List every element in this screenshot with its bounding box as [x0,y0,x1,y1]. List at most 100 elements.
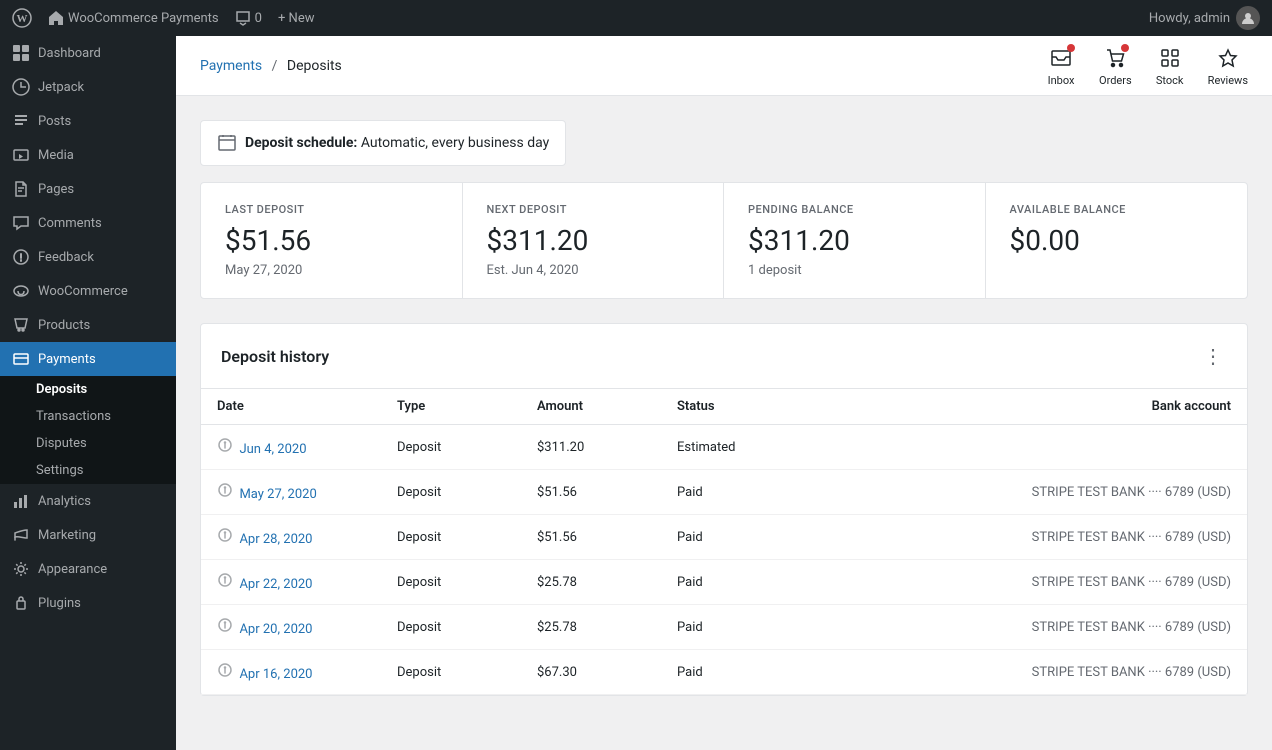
table-row: Jun 4, 2020 Deposit $311.20 Estimated [201,425,1247,470]
available-balance-label: AVAILABLE BALANCE [1010,203,1224,216]
cell-amount-5: $67.30 [521,650,661,695]
orders-badge [1121,44,1129,52]
marketing-icon [12,526,30,544]
info-icon-3[interactable] [217,572,233,588]
date-link-3[interactable]: Apr 22, 2020 [239,577,312,592]
table-row: Apr 22, 2020 Deposit $25.78 Paid STRIPE … [201,560,1247,605]
user-info: Howdy, admin [1149,6,1260,30]
reviews-label: Reviews [1208,74,1248,87]
cell-date-5: Apr 16, 2020 [201,650,381,695]
info-icon-4[interactable] [217,617,233,633]
deposit-schedule-auto: Automatic, every business day [361,135,549,151]
appearance-label: Appearance [38,562,107,577]
submenu-deposits[interactable]: Deposits [0,376,176,403]
next-deposit-card: NEXT DEPOSIT $311.20 Est. Jun 4, 2020 [463,183,725,298]
comments-label: Comments [38,216,102,231]
sidebar-item-plugins[interactable]: Plugins [0,586,176,620]
reviews-button[interactable]: Reviews [1208,44,1248,87]
orders-button[interactable]: Orders [1099,44,1132,87]
sidebar-item-jetpack[interactable]: Jetpack [0,70,176,104]
wp-logo-icon[interactable]: W [12,8,32,28]
sidebar-item-appearance[interactable]: Appearance [0,552,176,586]
sidebar-item-marketing[interactable]: Marketing [0,518,176,552]
jetpack-icon [12,78,30,96]
deposit-schedule-bold: Deposit schedule: [245,135,357,151]
table-row: Apr 16, 2020 Deposit $67.30 Paid STRIPE … [201,650,1247,695]
next-deposit-sub: Est. Jun 4, 2020 [487,263,700,278]
jetpack-label: Jetpack [38,80,84,95]
sidebar-item-dashboard[interactable]: Dashboard [0,36,176,70]
info-icon-0[interactable] [217,437,233,453]
pages-icon [12,180,30,198]
payments-label: Payments [38,352,96,367]
cell-type-3: Deposit [381,560,521,605]
info-icon-1[interactable] [217,482,233,498]
available-balance-card: AVAILABLE BALANCE $0.00 [986,183,1248,298]
cell-status-0: Estimated [661,425,801,470]
comments-link[interactable]: 0 [235,10,262,26]
cell-status-4: Paid [661,605,801,650]
sidebar-item-pages[interactable]: Pages [0,172,176,206]
analytics-label: Analytics [38,494,91,509]
date-link-0[interactable]: Jun 4, 2020 [239,442,306,457]
marketing-label: Marketing [38,528,96,543]
inbox-icon [1047,44,1075,72]
comments-count: 0 [255,11,262,26]
dashboard-icon [12,44,30,62]
content-area: Deposit schedule: Automatic, every busin… [176,96,1272,750]
sidebar-item-feedback[interactable]: Feedback [0,240,176,274]
submenu-disputes[interactable]: Disputes [0,430,176,457]
cell-status-2: Paid [661,515,801,560]
more-options-button[interactable]: ⋮ [1199,340,1227,372]
sidebar-item-comments[interactable]: Comments [0,206,176,240]
inbox-label: Inbox [1048,74,1075,87]
site-name[interactable]: WooCommerce Payments [48,10,219,26]
table-row: Apr 28, 2020 Deposit $51.56 Paid STRIPE … [201,515,1247,560]
info-icon-2[interactable] [217,527,233,543]
admin-bar: W WooCommerce Payments 0 + New Howdy, ad… [0,0,1272,36]
payments-icon [12,350,30,368]
col-header-status: Status [661,389,801,425]
sidebar-item-analytics[interactable]: Analytics [0,484,176,518]
comments-icon [12,214,30,232]
cell-date-1: May 27, 2020 [201,470,381,515]
submenu-transactions[interactable]: Transactions [0,403,176,430]
table-header-row: Date Type Amount Status Bank account [201,389,1247,425]
cell-status-3: Paid [661,560,801,605]
plugins-label: Plugins [38,596,81,611]
balance-cards: LAST DEPOSIT $51.56 May 27, 2020 NEXT DE… [200,182,1248,299]
last-deposit-label: LAST DEPOSIT [225,203,438,216]
pending-balance-sub: 1 deposit [748,263,961,278]
payments-submenu: Deposits Transactions Disputes Settings [0,376,176,484]
col-header-date: Date [201,389,381,425]
stock-button[interactable]: Stock [1156,44,1184,87]
svg-text:W: W [17,13,28,25]
new-content-button[interactable]: + New [278,11,315,26]
sidebar-item-posts[interactable]: Posts [0,104,176,138]
deposit-table-body: Jun 4, 2020 Deposit $311.20 Estimated Ma… [201,425,1247,695]
date-link-5[interactable]: Apr 16, 2020 [239,667,312,682]
calendar-icon [217,133,237,153]
sidebar-item-products[interactable]: Products [0,308,176,342]
breadcrumb: Payments / Deposits [200,58,1047,74]
cell-bank-4: STRIPE TEST BANK ···· 6789 (USD) [801,605,1247,650]
breadcrumb-parent[interactable]: Payments [200,58,262,74]
date-link-1[interactable]: May 27, 2020 [239,487,316,502]
sidebar-item-media[interactable]: Media [0,138,176,172]
plugins-icon [12,594,30,612]
cell-date-0: Jun 4, 2020 [201,425,381,470]
sidebar-item-woocommerce[interactable]: WooCommerce [0,274,176,308]
submenu-settings[interactable]: Settings [0,457,176,484]
date-link-2[interactable]: Apr 28, 2020 [239,532,312,547]
info-icon-5[interactable] [217,662,233,678]
col-header-bank: Bank account [801,389,1247,425]
col-header-amount: Amount [521,389,661,425]
user-avatar[interactable] [1236,6,1260,30]
last-deposit-sub: May 27, 2020 [225,263,438,278]
sidebar-item-payments[interactable]: Payments [0,342,176,376]
inbox-button[interactable]: Inbox [1047,44,1075,87]
deposit-history-table: Date Type Amount Status Bank account Jun… [201,389,1247,695]
date-link-4[interactable]: Apr 20, 2020 [239,622,312,637]
cell-type-5: Deposit [381,650,521,695]
site-name-label: WooCommerce Payments [68,11,219,26]
